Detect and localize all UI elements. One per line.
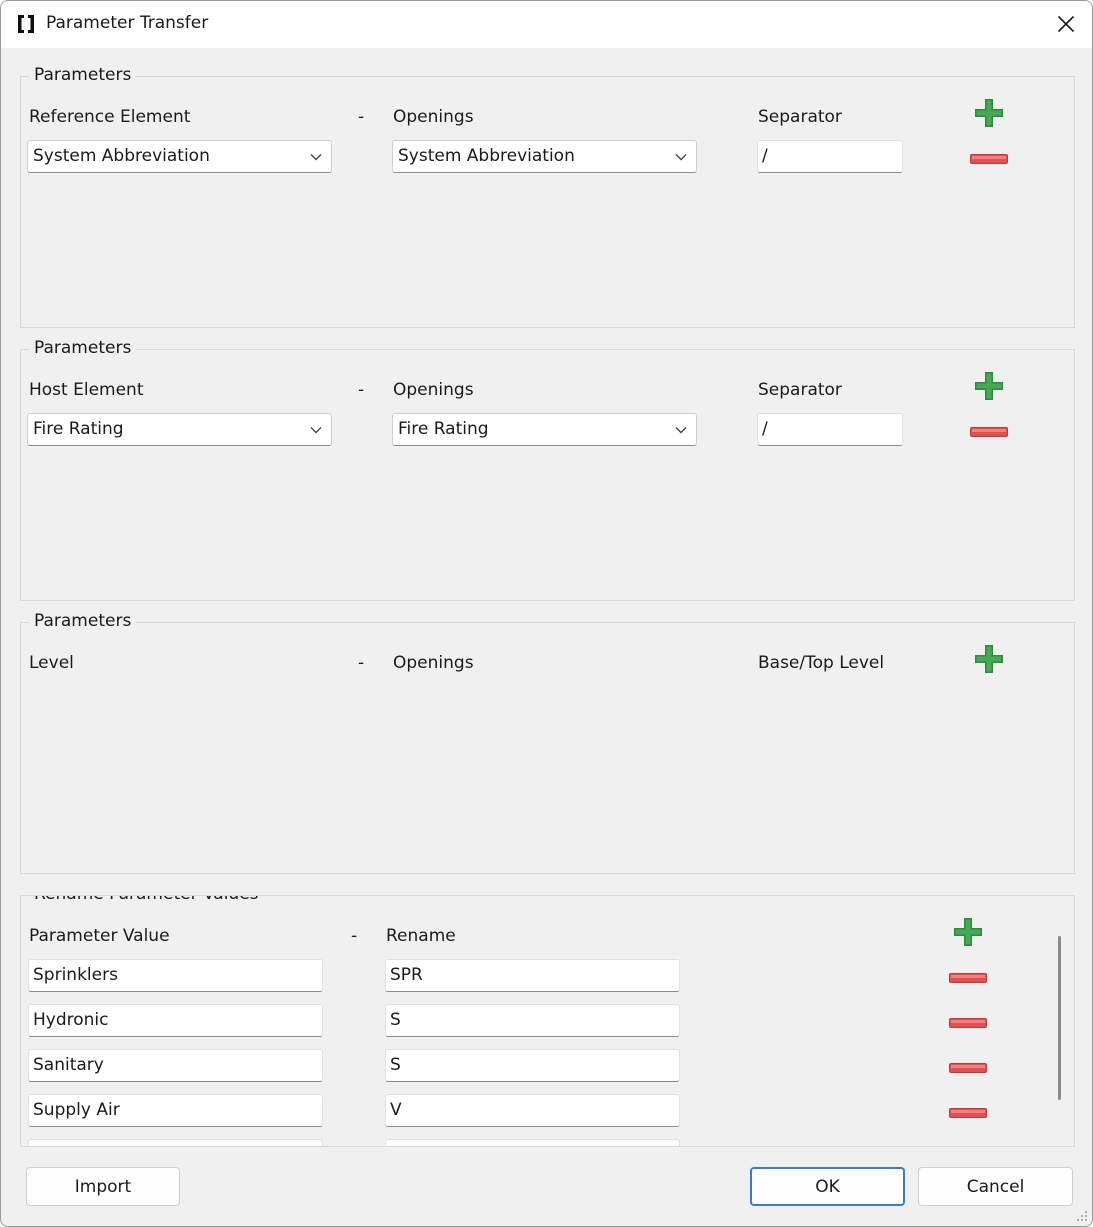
parameter-value-label: Parameter Value [29,926,170,946]
resize-grip-icon[interactable] [1076,1210,1088,1222]
rename-input[interactable]: SPR [385,959,680,992]
openings-label: Openings [393,653,474,673]
parameter-value: Sprinklers [33,965,118,985]
chevron-down-icon [310,154,322,161]
separator-label: Separator [758,380,842,400]
parameters-group-host: Parameters Host Element - Openings Separ… [20,338,1075,601]
rename-input-partial[interactable] [385,1139,680,1146]
rename-input[interactable]: S [385,1004,680,1037]
rename-input[interactable]: S [385,1049,680,1082]
parameters-group-reference: Parameters Reference Element - Openings … [20,65,1075,328]
rename-input[interactable]: V [385,1094,680,1127]
add-parameter-plus-icon[interactable] [974,371,1004,401]
dash-separator: - [358,107,365,127]
rename-parameter-values-group: Rename Parameter Values Parameter Value … [20,895,1075,1147]
group-legend: Parameters [29,338,137,358]
close-button[interactable] [1048,7,1084,41]
import-button[interactable]: Import [26,1167,180,1206]
parameter-transfer-dialog: Parameter Transfer Parameters Reference … [0,0,1093,1227]
remove-parameter-minus-icon[interactable] [970,154,1008,164]
add-parameter-plus-icon[interactable] [974,644,1004,674]
close-icon [1057,15,1075,33]
parameter-value: Hydronic [33,1010,109,1030]
rename-value: SPR [390,965,423,985]
parameter-value-input[interactable]: Sanitary [28,1049,323,1082]
add-parameter-plus-icon[interactable] [974,98,1004,128]
openings-combo[interactable]: System Abbreviation [392,140,697,173]
separator-value: / [762,146,768,166]
dash-separator: - [351,926,358,946]
parameter-value: Sanitary [33,1055,104,1075]
vertical-scrollbar-thumb[interactable] [1058,936,1061,1100]
separator-value: / [762,419,768,439]
openings-label: Openings [393,107,474,127]
combo-value: Fire Rating [398,419,489,439]
reference-element-label: Reference Element [29,107,191,127]
rename-value: S [390,1010,401,1030]
remove-rename-minus-icon[interactable] [949,1063,987,1073]
chevron-down-icon [310,427,322,434]
openings-label: Openings [393,380,474,400]
parameter-value-input[interactable]: Supply Air [28,1094,323,1127]
separator-label: Separator [758,107,842,127]
separator-input[interactable]: / [757,140,903,173]
parameter-value-input[interactable]: Hydronic [28,1004,323,1037]
host-element-label: Host Element [29,380,144,400]
chevron-down-icon [675,154,687,161]
bracket-icon [18,15,34,33]
cancel-button[interactable]: Cancel [918,1167,1073,1206]
rename-value: V [390,1100,402,1120]
remove-parameter-minus-icon[interactable] [970,427,1008,437]
dash-separator: - [358,653,365,673]
remove-rename-minus-icon[interactable] [949,973,987,983]
parameter-value-input-partial[interactable] [28,1139,323,1146]
rename-value: S [390,1055,401,1075]
add-rename-plus-icon[interactable] [953,917,983,947]
parameter-value-input[interactable]: Sprinklers [28,959,323,992]
chevron-down-icon [675,427,687,434]
base-top-level-label: Base/Top Level [758,653,885,673]
title-bar: Parameter Transfer [1,1,1092,48]
group-legend: Parameters [29,65,137,85]
remove-rename-minus-icon[interactable] [949,1018,987,1028]
dash-separator: - [358,380,365,400]
ok-button[interactable]: OK [750,1167,905,1206]
combo-value: System Abbreviation [33,146,210,166]
rename-label: Rename [386,926,456,946]
separator-input[interactable]: / [757,413,903,446]
combo-value: System Abbreviation [398,146,575,166]
host-element-combo[interactable]: Fire Rating [27,413,332,446]
parameters-group-level: Parameters Level - Openings Base/Top Lev… [20,611,1075,874]
parameter-value: Supply Air [33,1100,120,1120]
window-title: Parameter Transfer [46,13,209,33]
remove-rename-minus-icon[interactable] [949,1108,987,1118]
group-legend: Parameters [29,611,137,631]
level-label: Level [29,653,74,673]
openings-combo[interactable]: Fire Rating [392,413,697,446]
reference-element-combo[interactable]: System Abbreviation [27,140,332,173]
group-legend: Rename Parameter Values [29,896,264,904]
combo-value: Fire Rating [33,419,124,439]
